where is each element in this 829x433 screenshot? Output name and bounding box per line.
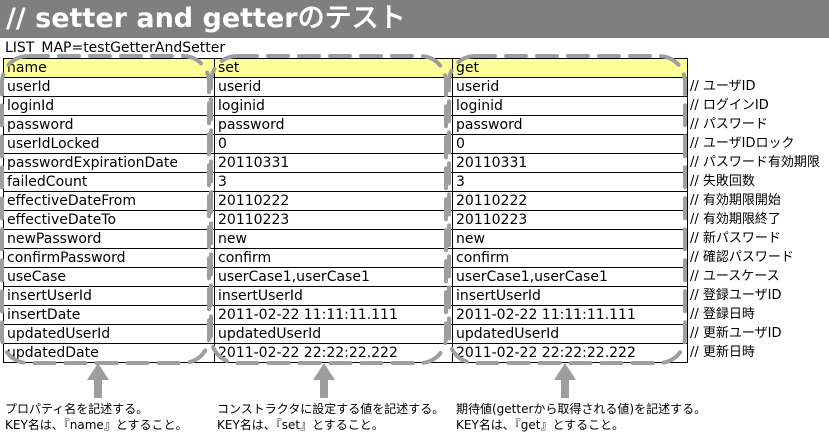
- set-column-highlight: [209, 54, 448, 365]
- arrow-up-icon: [320, 378, 328, 398]
- name-column-highlight: [0, 54, 211, 365]
- arrow-up-icon: [87, 363, 109, 380]
- arrow-up-icon: [554, 363, 576, 380]
- arrow-up-icon: [561, 378, 569, 398]
- arrow-up-icon: [313, 363, 335, 380]
- arrow-up-icon: [94, 378, 102, 398]
- annotation-overlay: [0, 54, 687, 398]
- get-column-highlight: [447, 54, 687, 365]
